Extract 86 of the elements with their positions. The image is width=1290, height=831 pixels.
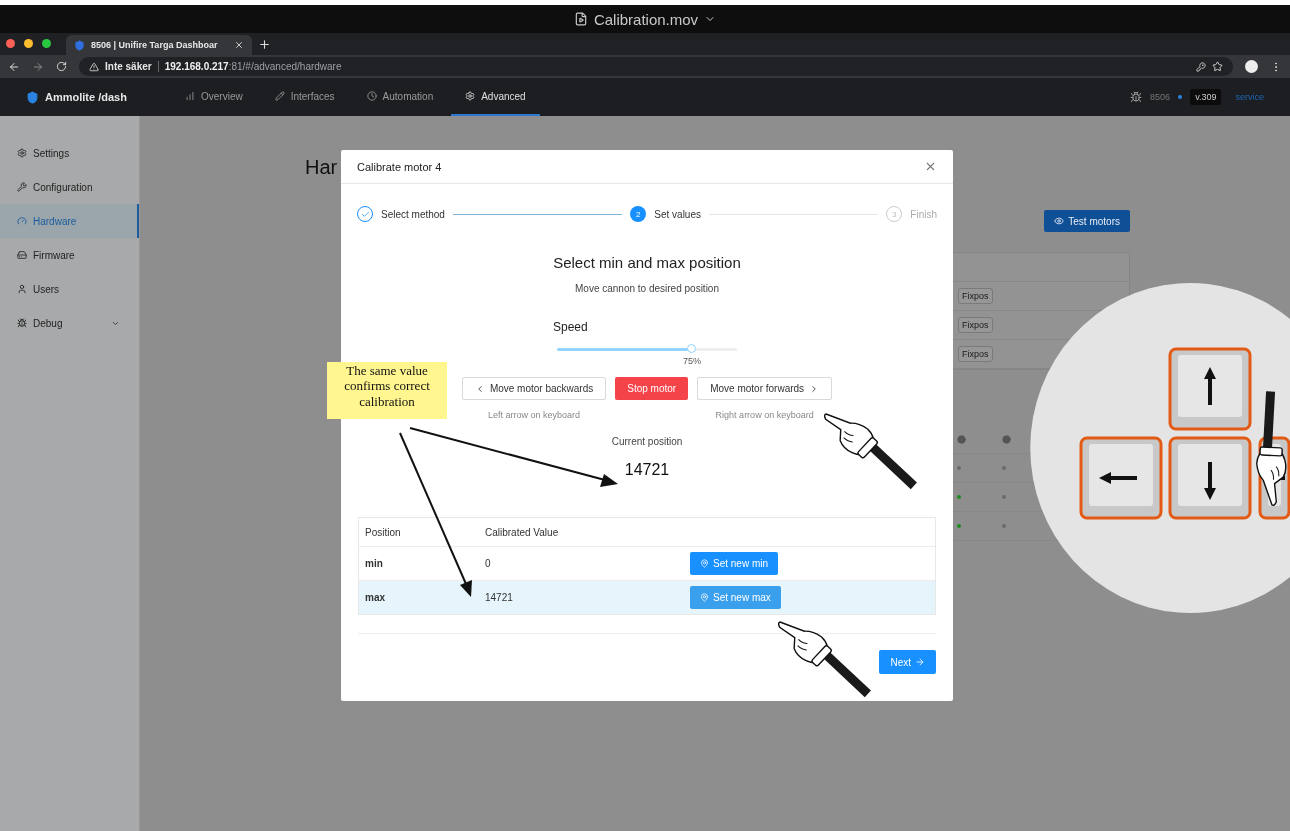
step-indicator: 2 [630,206,647,222]
brand-logo[interactable]: Ammolite /dash [26,78,171,116]
close-button[interactable] [924,160,937,173]
bug-icon[interactable] [1130,91,1143,103]
gear-icon [465,91,476,101]
nav-tab[interactable]: Interfaces [260,78,349,116]
back-icon[interactable] [8,60,20,73]
star-icon[interactable] [1212,61,1223,72]
reload-icon[interactable] [56,61,67,72]
video-file-icon [573,12,588,26]
version-badge: v.309 [1190,89,1222,105]
sidebar-label: Firmware [33,249,76,261]
instruction-text: Move cannon to desired position [575,283,719,294]
sidebar-item[interactable]: Users [0,272,139,306]
mode-tag: Fixpos [958,288,993,304]
move-button[interactable]: Move motor backwards [461,377,607,400]
status-dot [1178,95,1183,99]
pin-icon [700,593,709,602]
shield-icon [74,39,85,51]
pin-icon [700,559,709,568]
info-icon [957,434,966,444]
close-window-button[interactable] [6,39,15,48]
browser-tab[interactable]: 8506 | Unifire Targa Dashboar [66,35,252,55]
brand-name: Ammolite /dash [45,91,127,103]
bar-chart-icon [185,91,195,101]
sidebar-label: Configuration [33,181,94,193]
mode-tag: Fixpos [958,317,993,333]
tools-icon [17,182,27,192]
warning-icon [89,61,99,72]
sidebar-label: Hardware [33,215,78,227]
step-label: Select method [381,208,445,220]
profile-avatar[interactable] [1245,60,1258,73]
section-heading: Select min and max position [553,254,741,271]
info-icon [1002,434,1011,444]
position-label: Current position [611,436,683,447]
tab-title: 8506 | Unifire Targa Dashboar [91,40,219,50]
sidebar-label: Settings [33,147,71,159]
nav-tab[interactable]: Automation [352,78,448,116]
move-button[interactable]: Move motor forwards [697,377,833,400]
sidebar-item[interactable]: Configuration [0,170,139,204]
annotation-note: The same value confirms correct calibration [327,362,447,419]
step-label: Set values [654,208,701,220]
bug-icon [17,318,27,328]
minimize-window-button[interactable] [24,39,33,48]
sidebar-label: Users [33,283,61,295]
position-value: 14721 [624,461,670,479]
test-motors-button[interactable]: Test motors [1044,210,1130,232]
stop-button[interactable]: Stop motor [615,377,689,400]
clock-icon [366,91,377,101]
address-field[interactable]: Inte säker 192.168.0.217:81/#/advanced/hardware [79,57,1233,76]
dialog-title: Calibrate motor 4 [357,160,442,173]
slider-handle[interactable] [687,344,696,353]
key-icon[interactable] [1196,61,1206,72]
eye-icon [1054,216,1065,226]
nav-tab[interactable]: Overview [171,78,257,116]
column-header: Calibrated Value [485,526,560,538]
close-icon[interactable] [234,40,244,50]
gear-icon [17,148,27,158]
speed-reading: 75% [683,356,701,366]
keyboard-hint: Right arrow on keyboard [715,410,814,420]
column-header: Position [365,526,402,538]
pencil-icon [274,91,285,101]
url-text: 192.168.0.217:81/#/advanced/hardware [164,61,343,72]
sidebar-item[interactable]: Firmware [0,238,139,272]
shield-icon [26,90,39,104]
video-title: Calibration.mov [593,10,699,28]
device-id: 8506 [1150,92,1171,102]
table-cell-text: 14721 [485,592,514,603]
table-cell-text: max [365,592,386,603]
gauge-icon [17,216,27,226]
new-tab-icon[interactable] [258,38,271,51]
speed-label: Speed [553,320,589,334]
mode-tag: Fixpos [958,346,993,362]
sidebar-item[interactable]: Settings [0,136,139,170]
zoom-window-button[interactable] [42,39,51,48]
table-cell-text: 0 [485,558,492,569]
drive-icon [17,250,27,260]
arrow-right-icon [915,657,925,667]
step-label: Finish [910,208,937,220]
keyboard-hint: Left arrow on keyboard [488,410,581,420]
table-cell-text: min [365,558,384,569]
sidebar-item[interactable]: Debug [0,306,139,340]
page-heading: Har [305,156,338,180]
security-label: Inte säker [105,61,159,72]
user-icon [17,284,27,294]
sidebar-label: Debug [33,317,64,329]
